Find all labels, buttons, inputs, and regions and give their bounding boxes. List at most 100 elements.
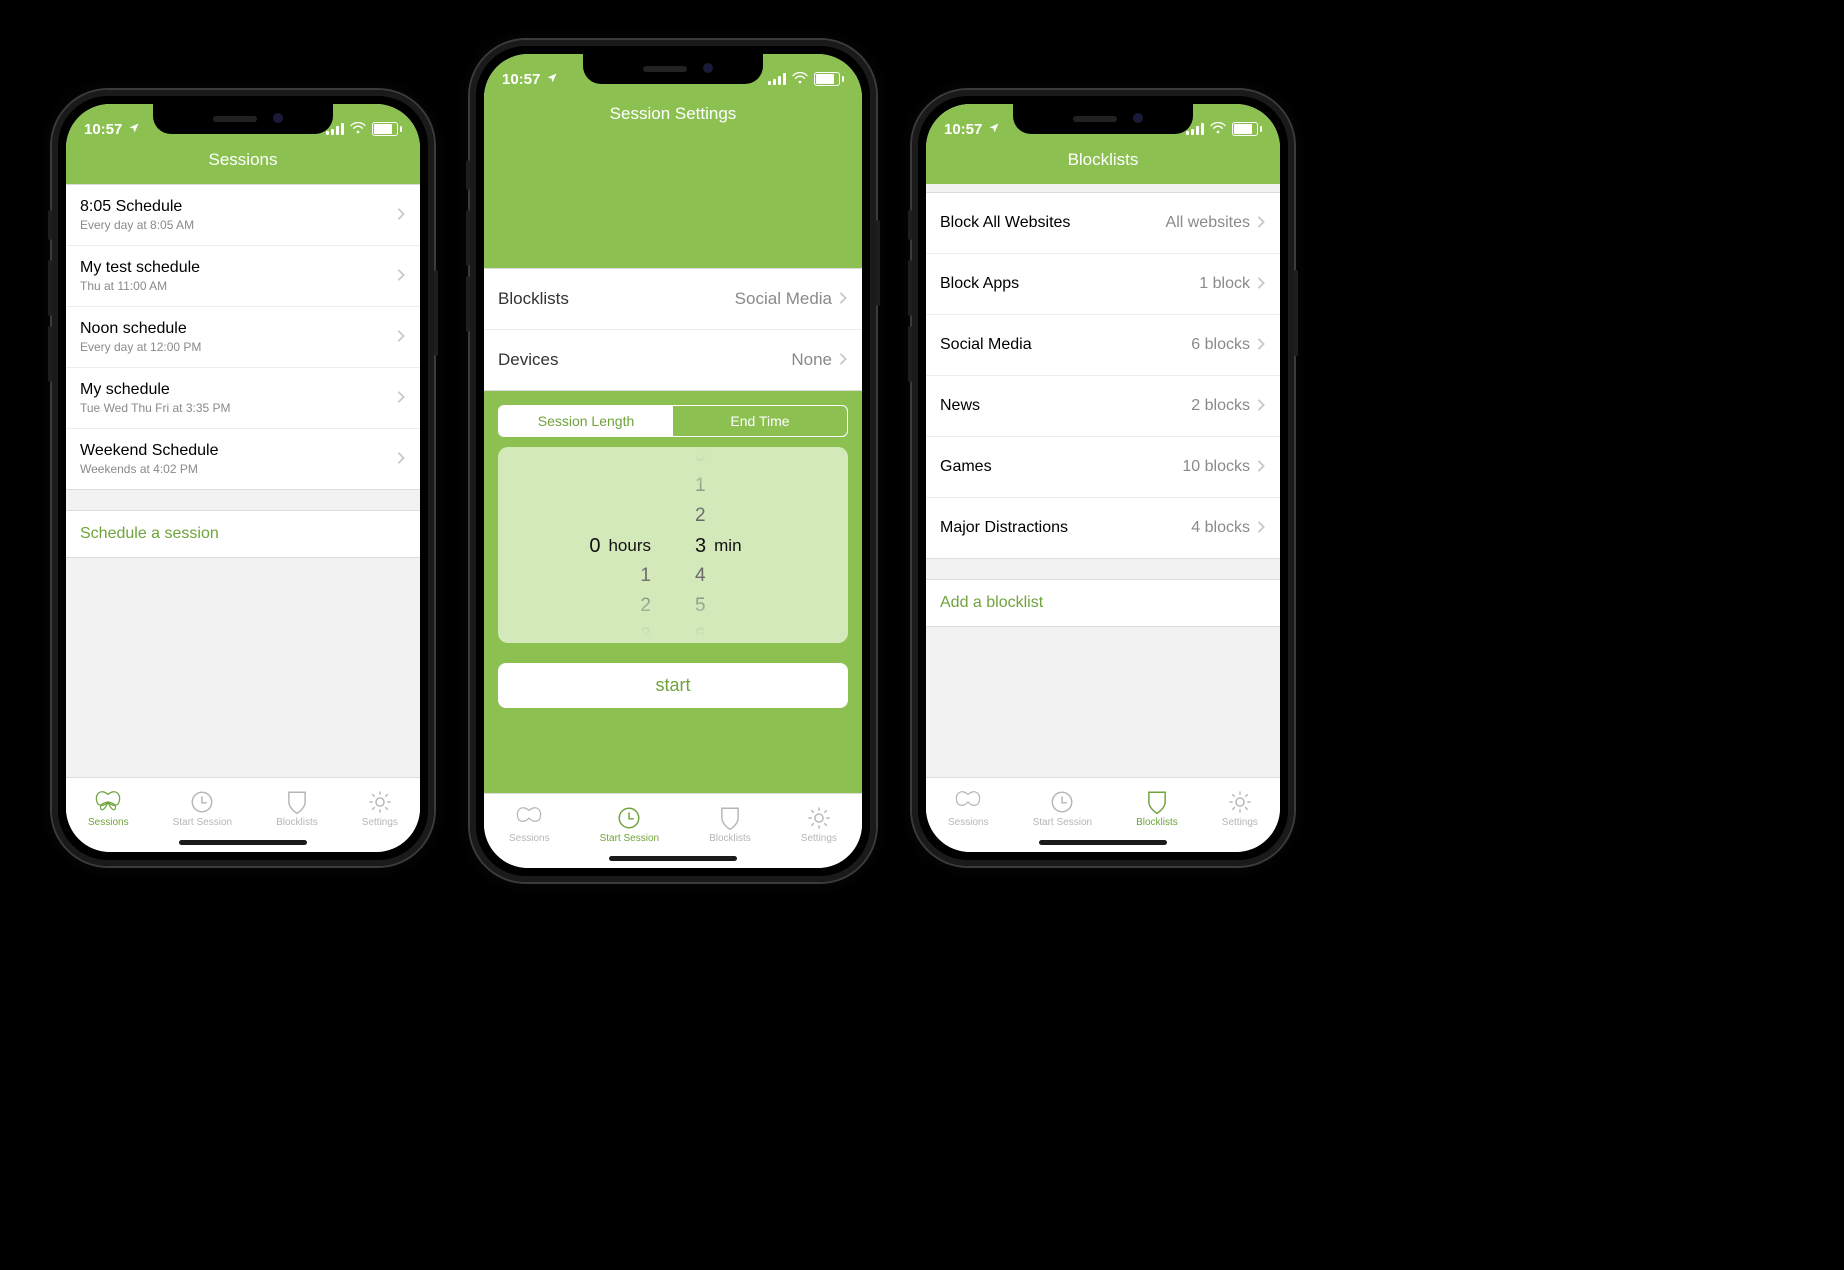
tab-settings[interactable]: Settings (362, 789, 398, 828)
chevron-right-icon (396, 389, 406, 407)
devices-row[interactable]: Devices None (484, 330, 862, 390)
volume-mute-button (908, 210, 912, 240)
session-row[interactable]: Weekend Schedule Weekends at 4:02 PM (66, 429, 420, 489)
tab-label: Blocklists (276, 817, 318, 828)
page-title: Sessions (209, 148, 278, 170)
blocklists-list: Block All Websites All websites Block Ap… (926, 192, 1280, 559)
gear-icon (1227, 789, 1253, 815)
navbar: Sessions (66, 148, 420, 184)
session-row[interactable]: My test schedule Thu at 11:00 AM (66, 246, 420, 307)
blocklists-row[interactable]: Blocklists Social Media (484, 269, 862, 330)
tab-label: Sessions (948, 817, 989, 828)
tab-sessions[interactable]: Sessions (509, 805, 550, 844)
tab-label: Start Session (600, 833, 659, 844)
blocklist-value: 2 blocks (1191, 397, 1250, 415)
notch (1013, 104, 1193, 134)
tab-label: Blocklists (1136, 817, 1178, 828)
volume-up-button (908, 260, 912, 316)
home-indicator[interactable] (1039, 840, 1167, 845)
action-label: Add a blocklist (940, 594, 1043, 611)
volume-mute-button (48, 210, 52, 240)
status-time: 10:57 (502, 71, 540, 88)
row-label: Blocklists (498, 288, 569, 309)
session-row[interactable]: 8:05 Schedule Every day at 8:05 AM (66, 185, 420, 246)
session-name: Weekend Schedule (80, 441, 218, 461)
segment-session-length[interactable]: Session Length (499, 406, 673, 436)
duration-picker[interactable]: 0 hours 1 2 3 0 (498, 447, 848, 643)
shield-icon (718, 805, 742, 831)
blocklist-row[interactable]: Block All Websites All websites (926, 193, 1280, 254)
tab-label: Start Session (173, 817, 232, 828)
start-button[interactable]: start (498, 663, 848, 708)
tab-blocklists[interactable]: Blocklists (276, 789, 318, 828)
chevron-right-icon (1256, 214, 1266, 232)
chevron-right-icon (396, 267, 406, 285)
action-label: Schedule a session (80, 525, 219, 542)
butterfly-icon (93, 789, 123, 815)
tab-start-session[interactable]: Start Session (1033, 789, 1092, 828)
blocklist-name: Social Media (940, 335, 1032, 355)
minutes-wheel[interactable]: 0 1 2 3 min 4 5 6 (673, 453, 840, 637)
session-name: My schedule (80, 380, 231, 400)
blocklist-name: News (940, 396, 980, 416)
wifi-icon (1210, 121, 1226, 138)
tab-label: Settings (1222, 817, 1258, 828)
blocklist-value: 1 block (1199, 275, 1250, 293)
blocklist-row[interactable]: Social Media 6 blocks (926, 315, 1280, 376)
location-icon (546, 71, 558, 88)
blocklist-value: 6 blocks (1191, 336, 1250, 354)
shield-icon (285, 789, 309, 815)
tab-blocklists[interactable]: Blocklists (709, 805, 751, 844)
blocklist-row[interactable]: Block Apps 1 block (926, 254, 1280, 315)
blocklist-row[interactable]: Major Distractions 4 blocks (926, 498, 1280, 558)
blocklist-value: 4 blocks (1191, 519, 1250, 537)
mins-unit: min (714, 536, 741, 556)
segment-end-time[interactable]: End Time (673, 406, 847, 436)
home-indicator[interactable] (179, 840, 307, 845)
blocklist-name: Block Apps (940, 274, 1019, 294)
session-detail: Tue Wed Thu Fri at 3:35 PM (80, 401, 231, 416)
session-detail: Every day at 8:05 AM (80, 218, 194, 233)
shield-icon (1145, 789, 1169, 815)
settings-list: Blocklists Social Media Devices None (484, 268, 862, 391)
session-detail: Every day at 12:00 PM (80, 340, 201, 355)
chevron-right-icon (1256, 397, 1266, 415)
wifi-icon (792, 71, 808, 88)
wifi-icon (350, 121, 366, 138)
volume-up-button (48, 260, 52, 316)
blocklist-row[interactable]: Games 10 blocks (926, 437, 1280, 498)
length-end-segment: Session Length End Time (498, 405, 848, 437)
battery-icon (814, 72, 844, 86)
session-row[interactable]: My schedule Tue Wed Thu Fri at 3:35 PM (66, 368, 420, 429)
session-row[interactable]: Noon schedule Every day at 12:00 PM (66, 307, 420, 368)
power-button (1294, 270, 1298, 356)
tab-start-session[interactable]: Start Session (600, 805, 659, 844)
tab-settings[interactable]: Settings (1222, 789, 1258, 828)
tab-sessions[interactable]: Sessions (948, 789, 989, 828)
home-indicator[interactable] (609, 856, 737, 861)
stage: 10:57 Sessions (0, 0, 1844, 1270)
segment-label: End Time (730, 413, 789, 429)
tab-label: Sessions (88, 817, 129, 828)
tab-label: Settings (362, 817, 398, 828)
session-name: Noon schedule (80, 319, 201, 339)
blocklist-row[interactable]: News 2 blocks (926, 376, 1280, 437)
tab-start-session[interactable]: Start Session (173, 789, 232, 828)
notch (583, 54, 763, 84)
butterfly-icon (514, 805, 544, 831)
tab-sessions[interactable]: Sessions (88, 789, 129, 828)
battery-icon (1232, 122, 1262, 136)
row-label: Devices (498, 349, 558, 370)
chevron-right-icon (396, 206, 406, 224)
chevron-right-icon (1256, 458, 1266, 476)
phone-session-settings: 10:57 Session Settings (470, 40, 876, 882)
tab-blocklists[interactable]: Blocklists (1136, 789, 1178, 828)
tab-label: Sessions (509, 833, 550, 844)
battery-icon (372, 122, 402, 136)
schedule-session-button[interactable]: Schedule a session (66, 510, 420, 558)
hours-wheel[interactable]: 0 hours 1 2 3 (506, 453, 673, 637)
phone-blocklists: 10:57 Blocklists (912, 90, 1294, 866)
add-blocklist-button[interactable]: Add a blocklist (926, 579, 1280, 627)
tab-settings[interactable]: Settings (801, 805, 837, 844)
clock-icon (616, 805, 642, 831)
